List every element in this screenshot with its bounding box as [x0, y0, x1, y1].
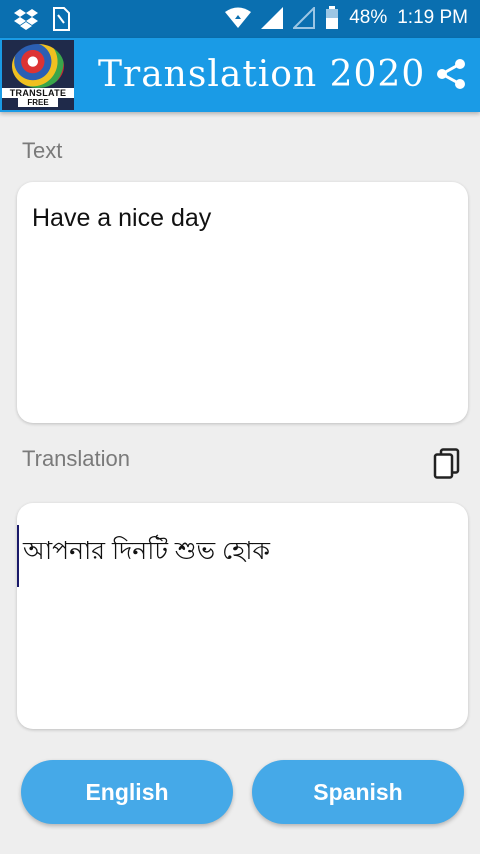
text-label: Text [22, 138, 63, 163]
dropbox-icon [14, 8, 38, 30]
target-language-button[interactable]: Spanish [252, 760, 464, 824]
app-title: Translation 2020 [98, 54, 426, 95]
translation-label: Translation [22, 446, 131, 471]
copy-icon[interactable] [433, 448, 461, 485]
source-language-button[interactable]: English [21, 760, 233, 824]
logo-text-translate: TRANSLATE [2, 88, 74, 98]
logo-text-free: FREE [18, 98, 58, 107]
share-icon[interactable] [436, 58, 466, 95]
status-bar: 48% 1:19 PM [0, 0, 480, 38]
translation-output-value: আপনার দিনটি শুভ হোক [23, 537, 271, 565]
text-input-value: Have a nice day [32, 204, 212, 232]
app-bar: TRANSLATE FREE Translation 2020 [0, 38, 480, 112]
text-cursor [17, 525, 19, 587]
wifi-icon [225, 7, 252, 29]
signal-icon [261, 7, 284, 29]
battery-percent: 48% [349, 7, 388, 28]
signal-empty-icon [293, 7, 316, 29]
battery-icon [325, 6, 339, 30]
clock: 1:19 PM [397, 7, 468, 28]
translation-output-field[interactable]: আপনার দিনটি শুভ হোক [17, 503, 468, 729]
text-input-field[interactable]: Have a nice day [17, 182, 468, 423]
sim-card-icon [52, 7, 70, 31]
app-logo: TRANSLATE FREE [2, 40, 74, 110]
globe-flags-icon [12, 44, 64, 88]
